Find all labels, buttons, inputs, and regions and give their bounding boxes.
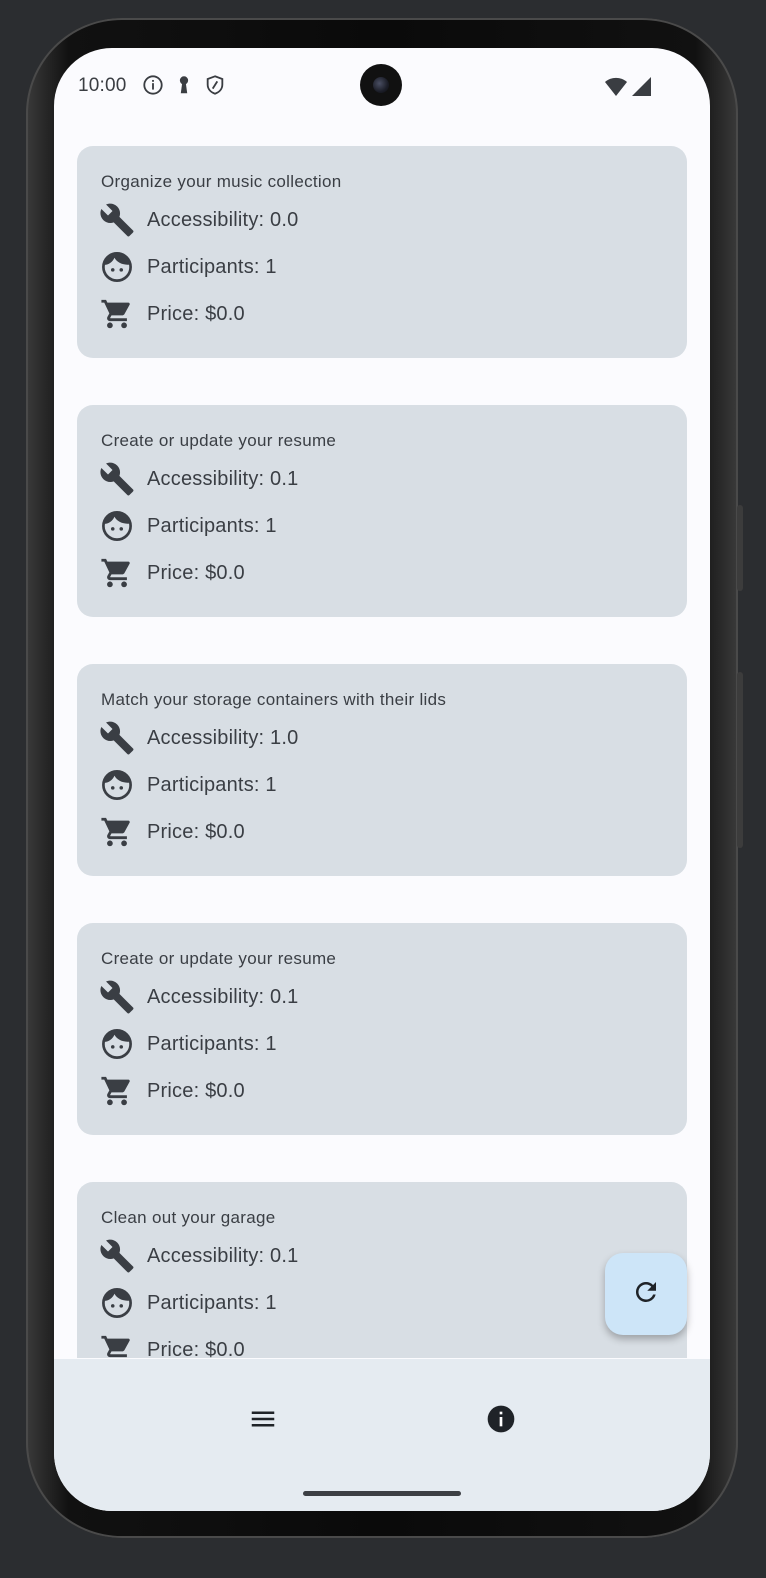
wrench-icon [99,1238,135,1274]
menu-button[interactable] [235,1393,291,1449]
accessibility-row: Accessibility: 1.0 [99,720,298,756]
accessibility-text: Accessibility: 0.0 [147,208,299,231]
accessibility-text: Accessibility: 0.1 [147,467,299,490]
accessibility-text: Accessibility: 0.1 [147,985,299,1008]
info-icon [142,74,164,101]
shopping-cart-icon [99,555,135,591]
bottom-navigation-bar [54,1359,710,1511]
status-time: 10:00 [78,75,127,96]
accessibility-row: Accessibility: 0.0 [99,202,298,238]
price-text: Price: $0.0 [147,561,245,584]
wrench-icon [99,979,135,1015]
participants-text: Participants: 1 [147,1032,277,1055]
activity-card: Match your storage containers with their… [77,664,687,876]
face-icon [99,249,135,285]
accessibility-text: Accessibility: 0.1 [147,1244,299,1267]
menu-icon [248,1404,278,1439]
shopping-cart-icon [99,1332,135,1358]
price-row: Price: $0.0 [99,555,245,591]
price-row: Price: $0.0 [99,1073,245,1109]
price-text: Price: $0.0 [147,1338,245,1359]
accessibility-row: Accessibility: 0.1 [99,461,298,497]
price-text: Price: $0.0 [147,1079,245,1102]
face-icon [99,767,135,803]
shopping-cart-icon [99,296,135,332]
activity-card: Organize your music collection Accessibil… [77,146,687,358]
home-indicator[interactable] [303,1491,461,1496]
shopping-cart-icon [99,814,135,850]
phone-screen: 10:00 Organize your music collection Acce… [54,48,710,1511]
accessibility-row: Accessibility: 0.1 [99,979,298,1015]
participants-row: Participants: 1 [99,767,277,803]
face-icon [99,1026,135,1062]
participants-row: Participants: 1 [99,1285,277,1321]
participants-text: Participants: 1 [147,514,277,537]
refresh-button[interactable] [605,1253,687,1335]
wrench-icon [99,720,135,756]
participants-text: Participants: 1 [147,1291,277,1314]
refresh-icon [631,1277,661,1312]
shield-icon [204,74,226,101]
price-text: Price: $0.0 [147,302,245,325]
price-row: Price: $0.0 [99,814,245,850]
keyhole-icon [173,74,195,101]
info-icon [485,1403,517,1440]
accessibility-text: Accessibility: 1.0 [147,726,299,749]
shopping-cart-icon [99,1073,135,1109]
participants-text: Participants: 1 [147,255,277,278]
activity-title: Clean out your garage [101,1208,276,1227]
cell-signal-icon [630,76,652,103]
participants-row: Participants: 1 [99,249,277,285]
front-camera [360,64,402,106]
participants-text: Participants: 1 [147,773,277,796]
power-button [737,505,743,591]
activity-list[interactable]: Organize your music collection Accessibil… [77,146,687,1358]
info-button[interactable] [473,1393,529,1449]
face-icon [99,1285,135,1321]
activity-title: Match your storage containers with their… [101,690,447,709]
participants-row: Participants: 1 [99,1026,277,1062]
activity-card: Create or update your resume Accessibilit… [77,405,687,617]
wrench-icon [99,202,135,238]
accessibility-row: Accessibility: 0.1 [99,1238,298,1274]
price-row: Price: $0.0 [99,1332,245,1358]
status-bar: 10:00 [54,48,710,124]
activity-title: Organize your music collection [101,172,342,191]
participants-row: Participants: 1 [99,508,277,544]
face-icon [99,508,135,544]
wrench-icon [99,461,135,497]
activity-title: Create or update your resume [101,431,337,450]
activity-card: Clean out your garage Accessibility: 0.1 P… [77,1182,687,1358]
price-text: Price: $0.0 [147,820,245,843]
wifi-icon [604,76,628,103]
activity-card: Create or update your resume Accessibilit… [77,923,687,1135]
volume-button [737,672,743,848]
price-row: Price: $0.0 [99,296,245,332]
activity-title: Create or update your resume [101,949,337,968]
